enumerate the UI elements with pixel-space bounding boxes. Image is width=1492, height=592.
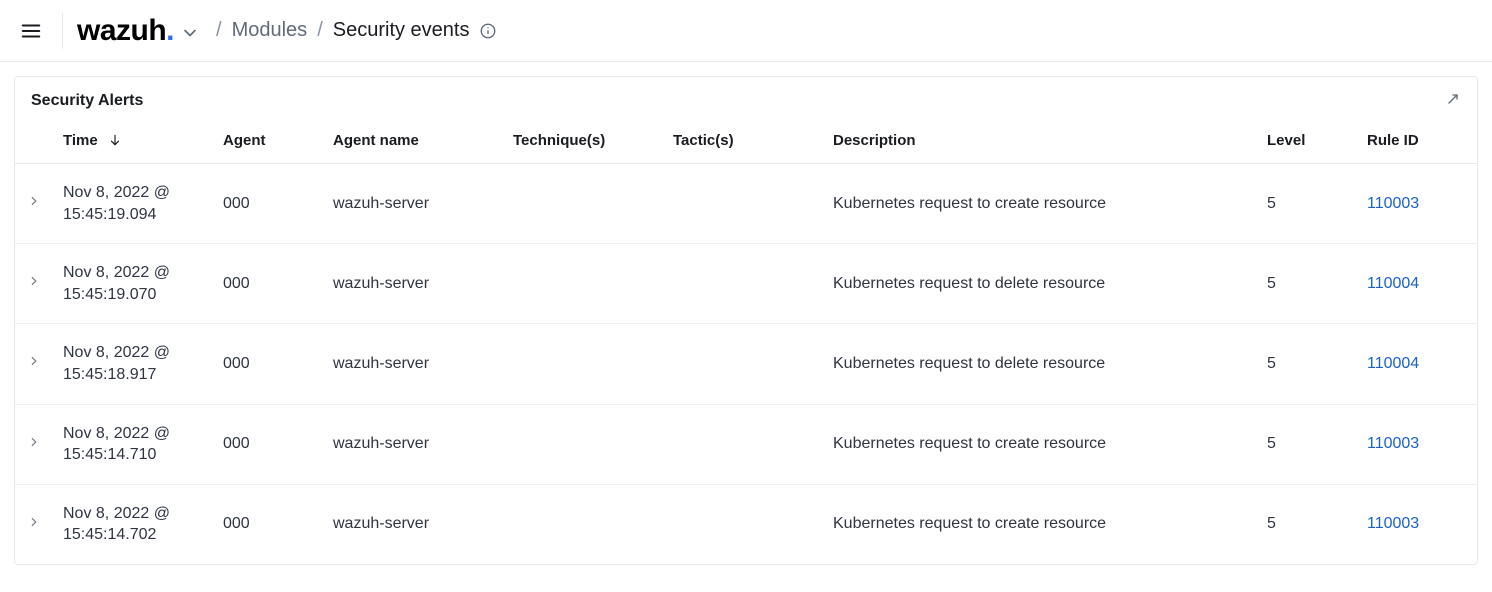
panel-header: Security Alerts [15, 77, 1477, 117]
cell-agent-name: wazuh-server [323, 484, 503, 564]
table-row: Nov 8, 2022 @15:45:18.917000wazuh-server… [15, 324, 1477, 404]
cell-level: 5 [1257, 484, 1357, 564]
cell-time-line2: 15:45:18.917 [63, 364, 203, 386]
cell-technique [503, 324, 663, 404]
cell-time: Nov 8, 2022 @15:45:14.702 [53, 484, 213, 564]
header-divider [62, 13, 63, 49]
cell-description: Kubernetes request to delete resource [823, 324, 1257, 404]
content-area: Security Alerts Time Agent [0, 62, 1492, 579]
rule-id-link[interactable]: 110004 [1367, 275, 1419, 292]
cell-description: Kubernetes request to create resource [823, 404, 1257, 484]
cell-agent: 000 [213, 484, 323, 564]
cell-agent-name: wazuh-server [323, 164, 503, 244]
cell-technique [503, 164, 663, 244]
cell-agent-name: wazuh-server [323, 324, 503, 404]
cell-time-line1: Nov 8, 2022 @ [63, 423, 203, 445]
cell-tactic [663, 484, 823, 564]
table-row: Nov 8, 2022 @15:45:19.070000wazuh-server… [15, 244, 1477, 324]
cell-time-line1: Nov 8, 2022 @ [63, 503, 203, 525]
column-header-rule-id[interactable]: Rule ID [1357, 117, 1477, 164]
cell-time-line2: 15:45:19.070 [63, 284, 203, 306]
cell-tactic [663, 404, 823, 484]
cell-technique [503, 244, 663, 324]
info-icon [479, 22, 497, 40]
cell-tactic [663, 164, 823, 244]
brand-text: wazuh [77, 14, 166, 47]
sort-desc-icon [108, 133, 122, 147]
table-row: Nov 8, 2022 @15:45:14.710000wazuh-server… [15, 404, 1477, 484]
cell-technique [503, 484, 663, 564]
cell-time: Nov 8, 2022 @15:45:18.917 [53, 324, 213, 404]
expand-row-button[interactable] [27, 515, 41, 529]
cell-agent-name: wazuh-server [323, 404, 503, 484]
cell-description: Kubernetes request to create resource [823, 164, 1257, 244]
top-header: wazuh. / Modules / Security events [0, 0, 1492, 62]
brand-dot: . [166, 14, 174, 47]
breadcrumb-current: Security events [333, 19, 470, 42]
cell-description: Kubernetes request to delete resource [823, 244, 1257, 324]
cell-rule-id: 110004 [1357, 244, 1477, 324]
cell-rule-id: 110004 [1357, 324, 1477, 404]
cell-time-line1: Nov 8, 2022 @ [63, 182, 203, 204]
expand-icon [1445, 91, 1461, 107]
column-header-description[interactable]: Description [823, 117, 1257, 164]
cell-time-line2: 15:45:14.702 [63, 524, 203, 546]
cell-time-line2: 15:45:14.710 [63, 444, 203, 466]
cell-level: 5 [1257, 324, 1357, 404]
alerts-table: Time Agent Agent name Technique(s) Tacti… [15, 117, 1477, 564]
info-button[interactable] [479, 22, 497, 40]
rule-id-link[interactable]: 110004 [1367, 355, 1419, 372]
breadcrumb-modules[interactable]: Modules [232, 19, 308, 42]
cell-tactic [663, 324, 823, 404]
security-alerts-panel: Security Alerts Time Agent [14, 76, 1478, 565]
expand-row-button[interactable] [27, 435, 41, 449]
cell-time: Nov 8, 2022 @15:45:19.094 [53, 164, 213, 244]
cell-rule-id: 110003 [1357, 484, 1477, 564]
expand-row-button[interactable] [27, 274, 41, 288]
column-header-tactic[interactable]: Tactic(s) [663, 117, 823, 164]
expand-panel-button[interactable] [1445, 91, 1461, 111]
table-row: Nov 8, 2022 @15:45:14.702000wazuh-server… [15, 484, 1477, 564]
rule-id-link[interactable]: 110003 [1367, 515, 1419, 532]
expand-row-button[interactable] [27, 194, 41, 208]
expand-row-button[interactable] [27, 354, 41, 368]
breadcrumb-separator: / [317, 19, 323, 42]
column-header-technique[interactable]: Technique(s) [503, 117, 663, 164]
cell-agent: 000 [213, 324, 323, 404]
brand-logo[interactable]: wazuh. [77, 14, 174, 48]
chevron-down-icon [180, 23, 200, 43]
cell-level: 5 [1257, 244, 1357, 324]
rule-id-link[interactable]: 110003 [1367, 195, 1419, 212]
cell-time: Nov 8, 2022 @15:45:19.070 [53, 244, 213, 324]
cell-description: Kubernetes request to create resource [823, 484, 1257, 564]
cell-time-line2: 15:45:19.094 [63, 204, 203, 226]
cell-time-line1: Nov 8, 2022 @ [63, 262, 203, 284]
cell-time-line1: Nov 8, 2022 @ [63, 342, 203, 364]
rule-id-link[interactable]: 110003 [1367, 435, 1419, 452]
cell-rule-id: 110003 [1357, 404, 1477, 484]
column-header-expand [15, 117, 53, 164]
table-row: Nov 8, 2022 @15:45:19.094000wazuh-server… [15, 164, 1477, 244]
cell-tactic [663, 244, 823, 324]
table-header-row: Time Agent Agent name Technique(s) Tacti… [15, 117, 1477, 164]
cell-time: Nov 8, 2022 @15:45:14.710 [53, 404, 213, 484]
cell-level: 5 [1257, 404, 1357, 484]
breadcrumb-separator: / [216, 19, 222, 42]
cell-agent-name: wazuh-server [323, 244, 503, 324]
column-header-agent-name[interactable]: Agent name [323, 117, 503, 164]
hamburger-icon [20, 20, 42, 42]
column-header-level[interactable]: Level [1257, 117, 1357, 164]
cell-agent: 000 [213, 404, 323, 484]
cell-level: 5 [1257, 164, 1357, 244]
cell-rule-id: 110003 [1357, 164, 1477, 244]
cell-agent: 000 [213, 164, 323, 244]
cell-technique [503, 404, 663, 484]
brand-dropdown[interactable] [180, 23, 200, 43]
column-header-time-label: Time [63, 132, 98, 149]
cell-agent: 000 [213, 244, 323, 324]
column-header-agent[interactable]: Agent [213, 117, 323, 164]
panel-title: Security Alerts [31, 92, 143, 110]
hamburger-menu-button[interactable] [14, 14, 48, 48]
column-header-time[interactable]: Time [53, 117, 213, 164]
